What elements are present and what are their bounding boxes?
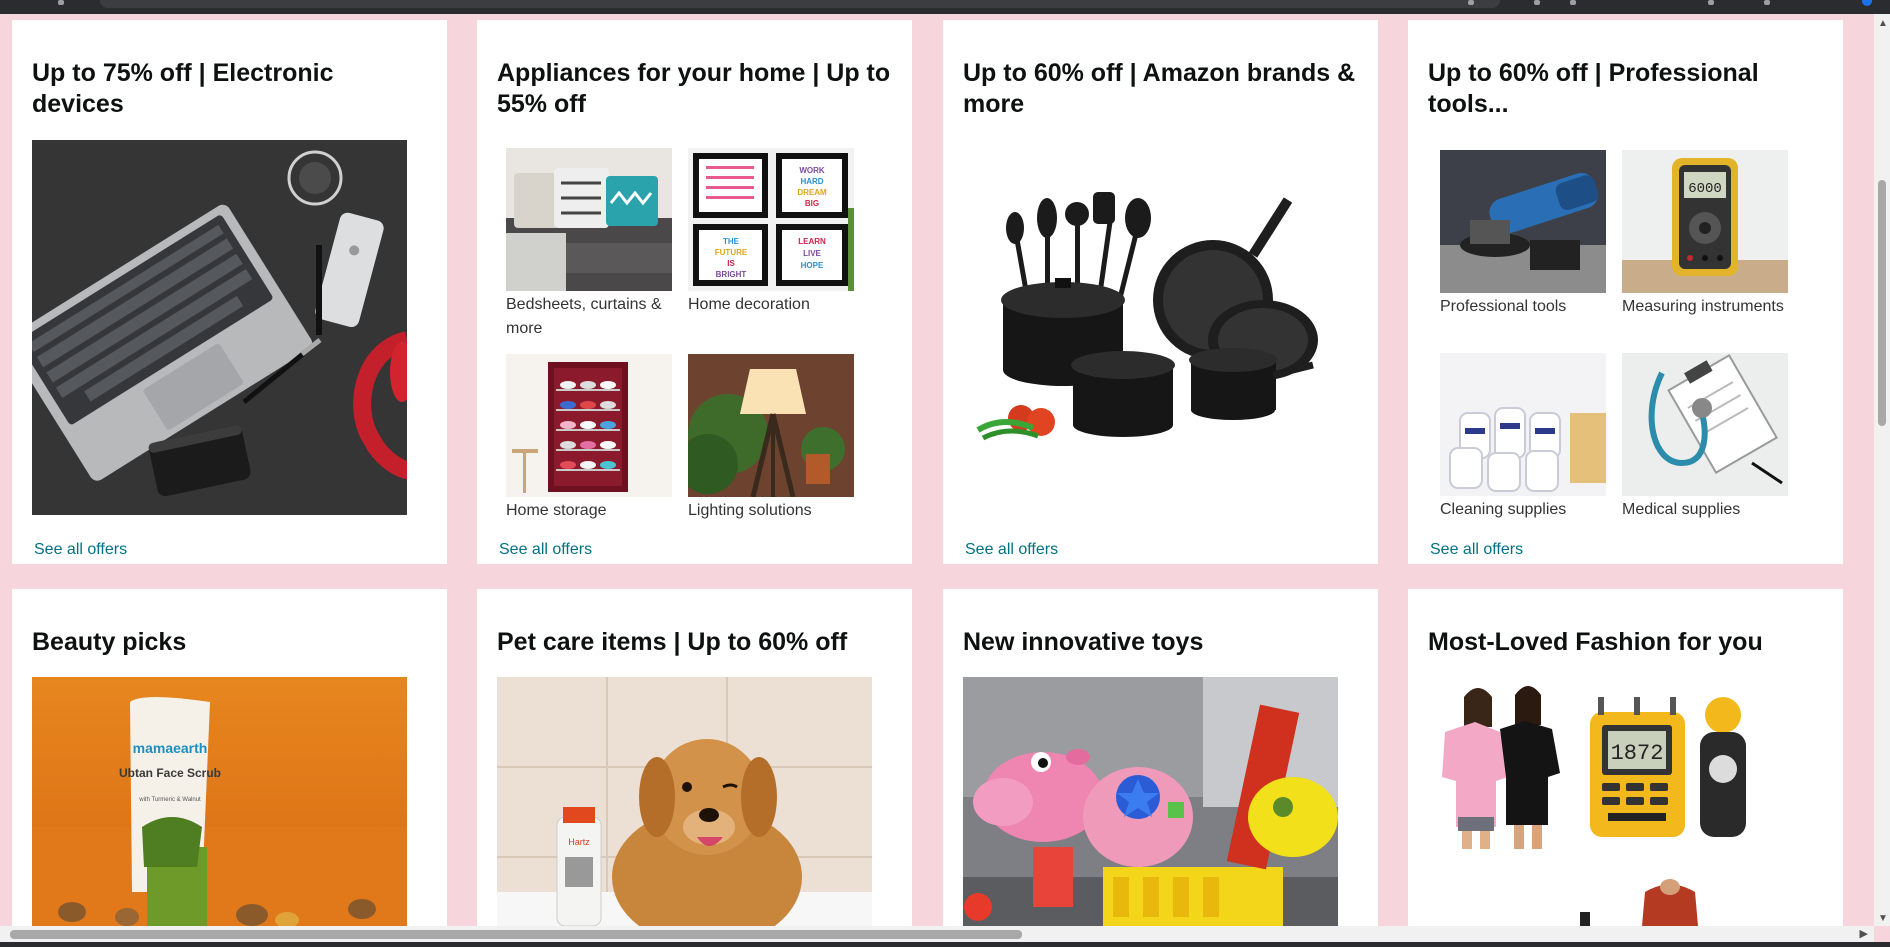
- tab-icon[interactable]: [1708, 0, 1714, 5]
- svg-text:LIVE: LIVE: [803, 249, 821, 258]
- scroll-right-icon[interactable]: ▶: [1860, 927, 1868, 940]
- window-bottom-edge: [0, 942, 1890, 947]
- pet-care-image[interactable]: Hartz: [497, 677, 872, 926]
- scroll-down-icon[interactable]: ▼: [1878, 913, 1888, 924]
- multimeter-image: 6000: [1622, 150, 1788, 293]
- quad-item-caption: Home decoration: [688, 296, 810, 313]
- card-title: Up to 60% off | Professional tools...: [1428, 59, 1759, 118]
- deal-card-home-appliances: Appliances for your home | Up to 55% off…: [477, 20, 912, 564]
- menu-icon[interactable]: [1764, 0, 1770, 5]
- quad-item-lighting[interactable]: Lighting solutions: [688, 354, 854, 523]
- share-icon[interactable]: [1468, 0, 1474, 5]
- svg-text:BIG: BIG: [805, 199, 819, 208]
- electronics-image[interactable]: [32, 140, 407, 515]
- horizontal-scroll-thumb[interactable]: [10, 930, 1022, 939]
- beauty-image[interactable]: mamaearth Ubtan Face Scrub with Turmeric…: [32, 677, 407, 926]
- svg-text:THE: THE: [723, 237, 740, 246]
- quad-item-professional-tools[interactable]: Professional tools: [1440, 150, 1606, 319]
- svg-text:BRIGHT: BRIGHT: [716, 270, 747, 279]
- cookware-image[interactable]: [963, 190, 1338, 465]
- multimeter-reading: 6000: [1688, 181, 1722, 197]
- card-title: Pet care items | Up to 60% off: [497, 628, 848, 656]
- deal-card-pet-care: Pet care items | Up to 60% off Hartz: [477, 589, 912, 926]
- fashion-image[interactable]: 1872: [1430, 677, 1805, 926]
- home-storage-image: [506, 354, 672, 497]
- card-title: Up to 75% off | Electronic devices: [32, 59, 334, 118]
- medical-supplies-image: [1622, 353, 1788, 496]
- see-all-offers-link[interactable]: See all offers: [499, 541, 592, 559]
- product-brand: mamaearth: [133, 740, 208, 756]
- quad-item-caption: Cleaning supplies: [1440, 501, 1567, 518]
- vertical-scroll-thumb[interactable]: [1878, 180, 1886, 426]
- browser-top-strip: [0, 0, 1890, 14]
- quad-item-caption: Measuring instruments: [1622, 298, 1784, 315]
- card-title: Beauty picks: [32, 628, 187, 656]
- quad-item-caption: Medical supplies: [1622, 501, 1741, 518]
- quad-item-caption: Home storage: [506, 502, 607, 519]
- svg-text:DREAM: DREAM: [797, 188, 827, 197]
- poster-text: WORK: [799, 166, 825, 175]
- quad-item-bedsheets[interactable]: Bedsheets, curtains & more: [506, 148, 672, 341]
- quad-item-home-storage[interactable]: Home storage: [506, 354, 672, 523]
- svg-text:IS: IS: [727, 259, 735, 268]
- vertical-scrollbar[interactable]: ▲ ▼: [1874, 14, 1890, 926]
- see-all-offers-link[interactable]: See all offers: [1430, 541, 1523, 559]
- lighting-image: [688, 354, 854, 497]
- puzzle-icon[interactable]: [1570, 0, 1576, 5]
- card-title: Most-Loved Fashion for you: [1428, 628, 1763, 656]
- angle-grinder-image: [1440, 150, 1606, 293]
- cleaning-supplies-image: [1440, 353, 1606, 496]
- deal-card-fashion: Most-Loved Fashion for you 1872: [1408, 589, 1843, 926]
- bedsheets-image: [506, 148, 672, 291]
- see-all-offers-link[interactable]: See all offers: [34, 541, 127, 559]
- quad-item-measuring-instruments[interactable]: 6000 Measuring instruments: [1622, 150, 1788, 319]
- deal-card-electronics: Up to 75% off | Electronic devices See a…: [12, 20, 447, 564]
- see-all-offers-link[interactable]: See all offers: [965, 541, 1058, 559]
- home-decoration-image: WORK HARD DREAM BIG THE FUTURE IS BRIGHT…: [688, 148, 854, 291]
- deal-card-professional-tools: Up to 60% off | Professional tools... Pr…: [1408, 20, 1843, 564]
- toys-image[interactable]: [963, 677, 1338, 926]
- svg-text:FUTURE: FUTURE: [715, 248, 748, 257]
- product-brand: Hartz: [568, 837, 590, 847]
- quad-item-caption: Professional tools: [1440, 298, 1567, 315]
- reload-icon[interactable]: [58, 0, 64, 5]
- horizontal-scrollbar[interactable]: ▶: [0, 926, 1874, 942]
- product-name: Ubtan Face Scrub: [119, 766, 221, 780]
- quad-item-caption: Bedsheets, curtains & more: [506, 296, 662, 337]
- quad-item-medical-supplies[interactable]: Medical supplies: [1622, 353, 1788, 522]
- svg-text:HOPE: HOPE: [801, 261, 824, 270]
- product-subtitle: with Turmeric & Walnut: [138, 797, 201, 803]
- quad-item-caption: Lighting solutions: [688, 502, 812, 519]
- svg-text:LEARN: LEARN: [798, 237, 826, 246]
- address-bar[interactable]: [100, 0, 1500, 8]
- card-title: Appliances for your home | Up to 55% off: [497, 59, 891, 118]
- quad-item-cleaning-supplies[interactable]: Cleaning supplies: [1440, 353, 1606, 522]
- deal-card-beauty: Beauty picks mamaearth Ubtan Face Scrub …: [12, 589, 447, 926]
- card-title: Up to 60% off | Amazon brands & more: [963, 59, 1356, 118]
- svg-text:HARD: HARD: [800, 177, 823, 186]
- meter-reading: 1872: [1611, 741, 1664, 766]
- deal-card-toys: New innovative toys: [943, 589, 1378, 926]
- profile-avatar[interactable]: [1862, 0, 1872, 6]
- deal-card-amazon-brands: Up to 60% off | Amazon brands & more See…: [943, 20, 1378, 564]
- card-title: New innovative toys: [963, 628, 1204, 656]
- quad-item-home-decoration[interactable]: WORK HARD DREAM BIG THE FUTURE IS BRIGHT…: [688, 148, 854, 317]
- extensions-icon[interactable]: [1534, 0, 1540, 5]
- scroll-up-icon[interactable]: ▲: [1878, 18, 1888, 29]
